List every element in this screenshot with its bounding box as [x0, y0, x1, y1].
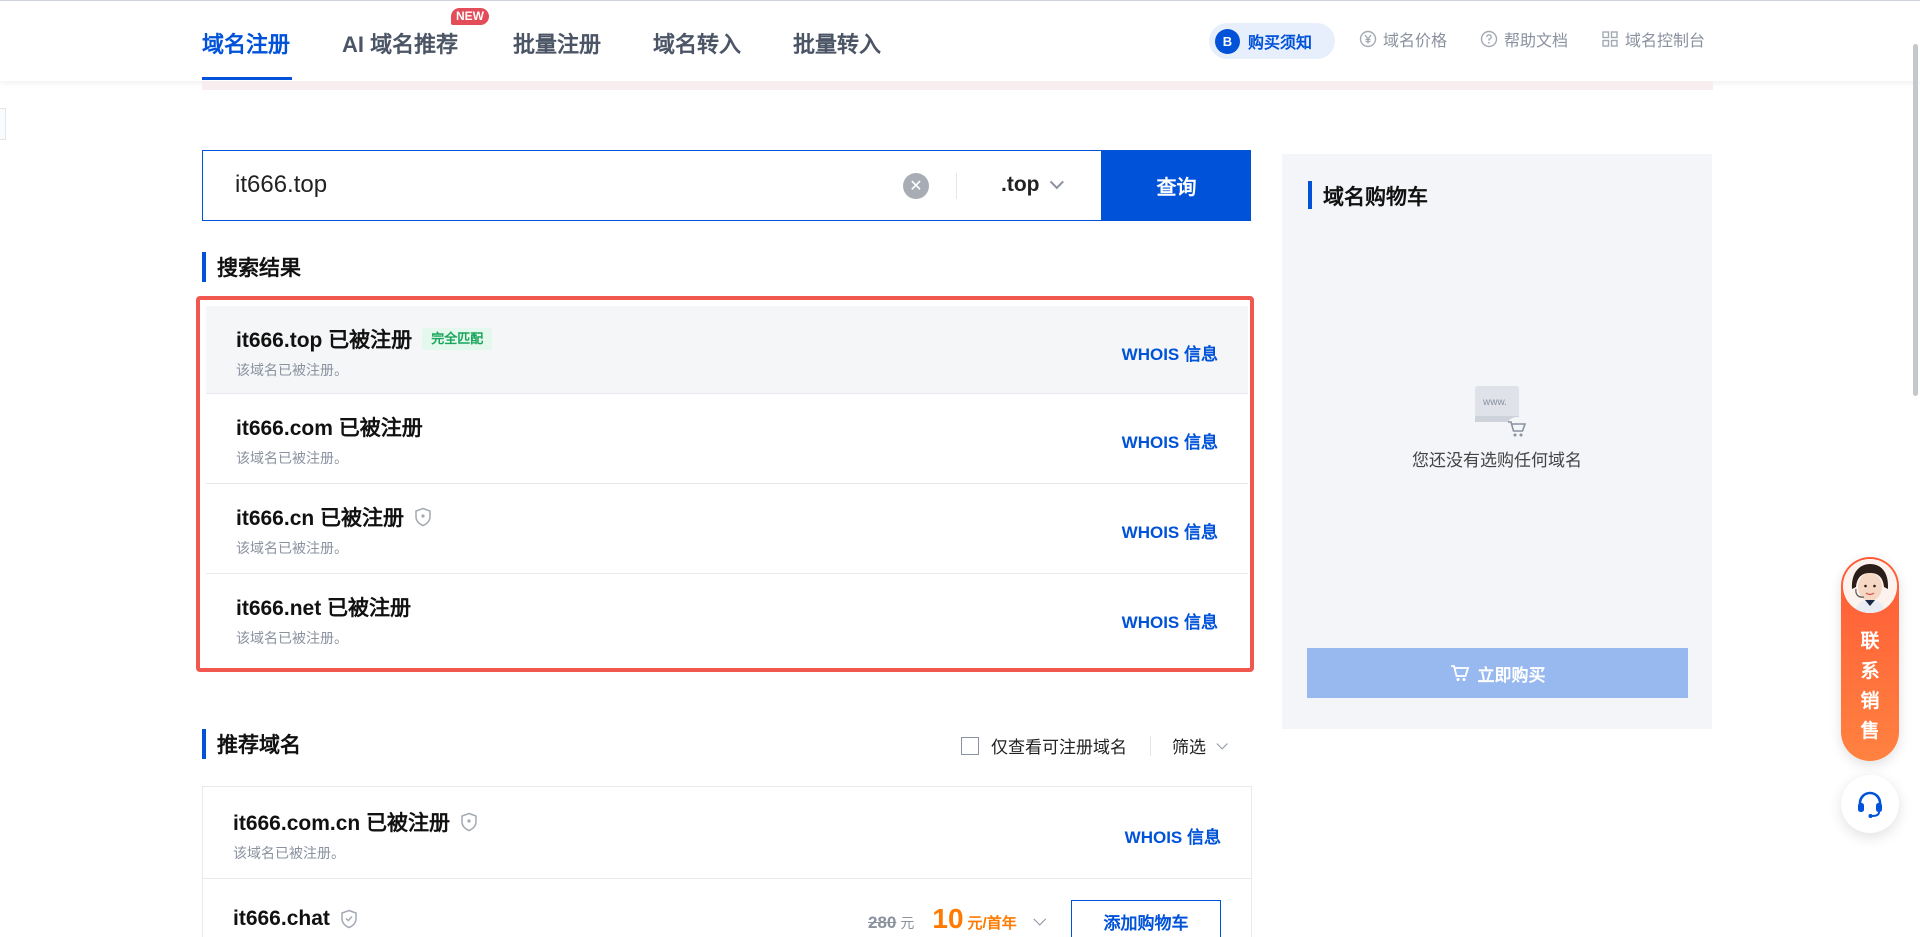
exact-match-badge: 完全匹配 — [422, 328, 493, 350]
result-note: 该域名已被注册。 — [236, 450, 348, 466]
result-note: 该域名已被注册。 — [236, 540, 348, 556]
original-price: 280 — [868, 913, 897, 932]
empty-cart-text: 您还没有选购任何域名 — [1412, 451, 1582, 470]
contact-char: 系 — [1860, 661, 1880, 682]
search-results-list: it666.top 已被注册 完全匹配 该域名已被注册。 WHOIS 信息 it… — [196, 296, 1254, 672]
yen-circle-icon — [1359, 30, 1377, 48]
original-price-unit: 元 — [900, 915, 915, 931]
whois-link[interactable]: WHOIS 信息 — [1125, 823, 1221, 848]
domain-cart: 域名购物车 www. 您还没有选购任何域名 立即购买 — [1282, 154, 1712, 729]
page-scrollbar[interactable] — [1913, 44, 1918, 396]
new-badge: NEW — [451, 8, 489, 25]
recommend-note: 该域名已被注册。 — [233, 845, 345, 861]
help-link-label: 帮助文档 — [1504, 33, 1569, 50]
whois-link[interactable]: WHOIS 信息 — [1122, 518, 1218, 543]
recommend-domain-wrap: it666.chat — [233, 907, 358, 931]
sale-price-unit: 元/首年 — [967, 915, 1017, 932]
notice-label: 购买须知 — [1248, 35, 1313, 52]
contact-char: 销 — [1860, 691, 1880, 712]
result-row: it666.net 已被注册 该域名已被注册。 WHOIS 信息 — [206, 574, 1248, 662]
whois-link[interactable]: WHOIS 信息 — [1122, 340, 1218, 365]
sale-price: 10 — [932, 903, 964, 934]
customer-service-button[interactable] — [1841, 775, 1899, 833]
result-row: it666.com 已被注册 该域名已被注册。 WHOIS 信息 — [206, 394, 1248, 484]
result-domain-wrap: it666.top 已被注册 完全匹配 — [236, 324, 493, 354]
filter-label: 筛选 — [1172, 738, 1206, 757]
sales-avatar — [1843, 559, 1897, 613]
contact-char: 联 — [1860, 631, 1880, 652]
available-only-filter[interactable]: 仅查看可注册域名 — [961, 733, 1127, 758]
available-only-label: 仅查看可注册域名 — [991, 738, 1127, 757]
help-link[interactable]: 帮助文档 — [1480, 27, 1568, 51]
tab-domain-transfer[interactable]: 域名转入 — [653, 27, 741, 59]
headset-icon — [1858, 791, 1882, 818]
divider — [1150, 736, 1151, 756]
search-button[interactable]: 查询 — [1102, 150, 1251, 221]
tab-batch-register[interactable]: 批量注册 — [513, 27, 601, 59]
clear-icon[interactable]: ✕ — [903, 173, 929, 199]
result-note: 该域名已被注册。 — [236, 362, 348, 378]
domain-search-box: ✕ .top — [202, 150, 1102, 221]
recommend-title: 推荐域名 — [202, 729, 301, 759]
price-group: 280 元 10 元/首年 — [868, 903, 1046, 935]
cart-icon — [1450, 665, 1469, 681]
price-link[interactable]: 域名价格 — [1359, 27, 1447, 51]
shield-icon — [415, 507, 431, 527]
available-only-checkbox[interactable] — [961, 736, 979, 755]
result-domain-wrap: it666.com 已被注册 — [236, 412, 423, 442]
tab-domain-register[interactable]: 域名注册 — [202, 27, 290, 59]
chevron-down-icon — [1216, 737, 1228, 750]
buy-now-label: 立即购买 — [1477, 665, 1546, 685]
purchase-notice-button[interactable]: B 购买须知 — [1209, 23, 1335, 59]
recommend-domain: it666.com.cn 已被注册 — [233, 812, 451, 835]
side-handle[interactable] — [0, 108, 6, 140]
empty-cart-icon: www. — [1475, 386, 1527, 439]
recommend-domain: it666.chat — [233, 907, 330, 930]
contact-sales-button[interactable]: 联 系 销 售 — [1841, 557, 1899, 761]
result-domain: it666.cn 已被注册 — [236, 507, 405, 530]
console-link[interactable]: 域名控制台 — [1601, 27, 1705, 51]
chevron-down-icon — [1050, 175, 1065, 190]
chevron-down-icon[interactable] — [1033, 912, 1046, 926]
top-nav: 域名注册 AI 域名推荐 NEW 批量注册 域名转入 批量转入 B 购买须知 域… — [0, 0, 1920, 81]
shield-icon — [461, 812, 477, 832]
cart-title: 域名购物车 — [1308, 181, 1428, 211]
filter-dropdown[interactable]: 筛选 — [1172, 733, 1228, 758]
buy-now-button[interactable]: 立即购买 — [1307, 648, 1688, 698]
recommend-domain-wrap: it666.com.cn 已被注册 — [233, 807, 478, 837]
help-circle-icon — [1480, 30, 1498, 48]
add-to-cart-button[interactable]: 添加购物车 — [1071, 900, 1221, 937]
console-link-label: 域名控制台 — [1625, 33, 1706, 50]
notice-icon: B — [1215, 28, 1240, 54]
grid-icon — [1602, 31, 1618, 47]
suffix-select[interactable]: .top — [1001, 173, 1065, 197]
result-domain: it666.top 已被注册 — [236, 329, 413, 352]
whois-link[interactable]: WHOIS 信息 — [1122, 608, 1218, 633]
recommend-row: it666.com.cn 已被注册 该域名已被注册。 WHOIS 信息 — [203, 787, 1251, 879]
result-domain: it666.net 已被注册 — [236, 597, 412, 620]
price-link-label: 域名价格 — [1383, 33, 1448, 50]
result-domain-wrap: it666.cn 已被注册 — [236, 502, 432, 532]
nav-shadow-bar — [202, 81, 1713, 90]
whois-link[interactable]: WHOIS 信息 — [1122, 428, 1218, 453]
domain-search-input[interactable] — [235, 171, 835, 199]
suffix-value: .top — [1001, 173, 1040, 196]
result-note: 该域名已被注册。 — [236, 630, 348, 646]
result-row: it666.top 已被注册 完全匹配 该域名已被注册。 WHOIS 信息 — [206, 306, 1248, 394]
contact-char: 售 — [1860, 721, 1880, 742]
divider — [956, 173, 957, 199]
svg-text:www.: www. — [1482, 397, 1507, 408]
result-domain-wrap: it666.net 已被注册 — [236, 592, 411, 622]
search-results-title: 搜索结果 — [202, 252, 301, 282]
shield-check-icon — [341, 909, 357, 929]
contact-sales-label: 联 系 销 售 — [1841, 627, 1899, 747]
tab-ai-recommend[interactable]: AI 域名推荐 — [342, 27, 458, 59]
active-tab-indicator — [202, 77, 292, 80]
result-row: it666.cn 已被注册 该域名已被注册。 WHOIS 信息 — [206, 484, 1248, 574]
result-domain: it666.com 已被注册 — [236, 417, 423, 440]
tab-batch-transfer[interactable]: 批量转入 — [793, 27, 881, 59]
